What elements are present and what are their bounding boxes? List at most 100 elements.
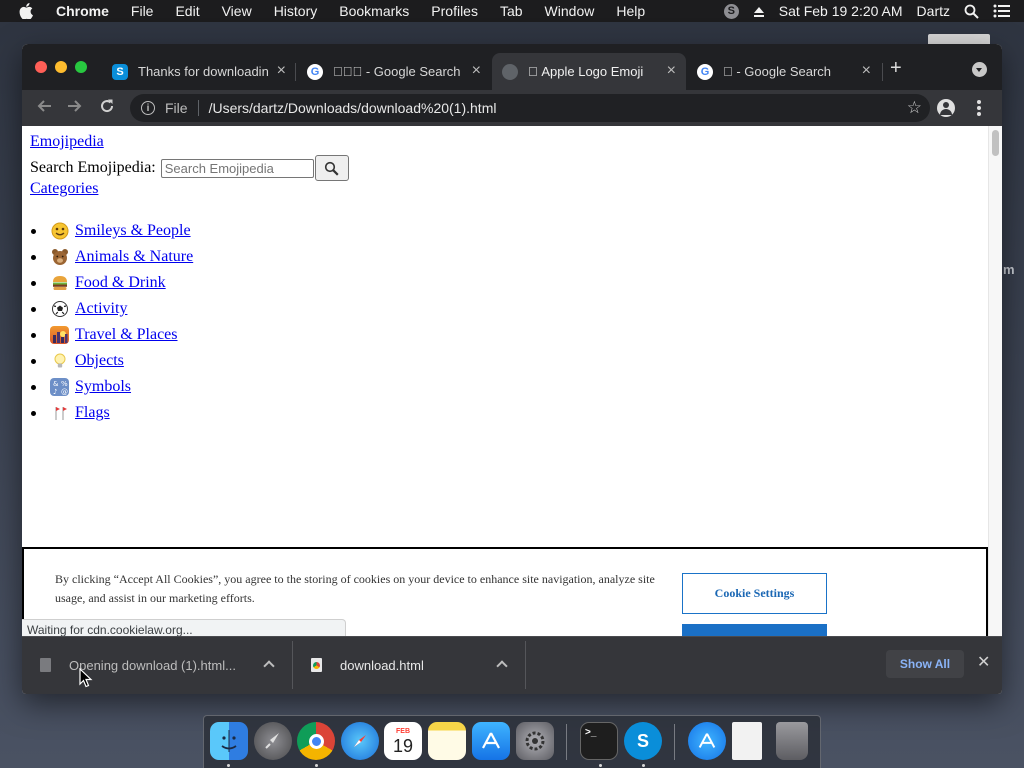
tab-apple-logo-emoji[interactable]:  Apple Logo Emoji ×	[492, 53, 686, 90]
category-link-smileys[interactable]: Smileys & People	[75, 222, 191, 240]
finder-icon[interactable]	[210, 722, 248, 760]
list-item: Food & Drink	[30, 270, 193, 296]
search-button[interactable]	[314, 155, 349, 181]
safari-compass-icon[interactable]	[341, 722, 379, 760]
back-arrow-icon[interactable]	[36, 98, 52, 117]
profile-avatar-icon[interactable]	[937, 99, 955, 117]
trash-icon[interactable]	[776, 722, 808, 760]
address-url[interactable]: /Users/dartz/Downloads/download%20(1).ht…	[209, 100, 497, 116]
tab-google-search-apple-logos[interactable]: G  - Google Search ×	[297, 53, 491, 90]
menu-profiles[interactable]: Profiles	[431, 3, 478, 19]
skype-status-icon[interactable]: S	[723, 3, 739, 19]
forward-arrow-icon[interactable]	[67, 98, 83, 117]
emojipedia-home-link[interactable]: Emojipedia	[30, 133, 104, 151]
apple-menu-icon[interactable]	[19, 2, 37, 20]
svg-text:♪: ♪	[53, 388, 57, 396]
terminal-icon[interactable]: >_	[580, 722, 618, 760]
download-item-opening[interactable]: Opening download (1).html...	[22, 637, 292, 693]
menu-edit[interactable]: Edit	[175, 3, 199, 19]
chrome-menu-icon[interactable]	[977, 100, 981, 116]
category-link-animals[interactable]: Animals & Nature	[75, 248, 193, 266]
chevron-up-icon[interactable]	[264, 659, 274, 669]
category-link-flags[interactable]: Flags	[75, 404, 110, 422]
bear-emoji-icon	[50, 248, 69, 266]
chevron-up-icon[interactable]	[497, 659, 507, 669]
categories-link[interactable]: Categories	[30, 180, 98, 198]
site-info-icon[interactable]: i	[141, 101, 155, 115]
globe-icon	[502, 63, 518, 80]
dock-separator	[566, 724, 567, 760]
menu-user-name[interactable]: Dartz	[917, 3, 950, 19]
dock-separator	[674, 724, 675, 760]
bookmark-star-icon[interactable]: ☆	[907, 98, 922, 118]
spotlight-search-icon[interactable]	[964, 4, 979, 19]
eject-icon[interactable]	[753, 5, 765, 17]
list-item: Animals & Nature	[30, 244, 193, 270]
category-link-food[interactable]: Food & Drink	[75, 274, 166, 292]
chrome-window: S Thanks for downloadin × G  - Google…	[22, 44, 1002, 694]
svg-text:&: &	[53, 380, 59, 388]
tab-search-chevron-icon[interactable]	[972, 62, 987, 77]
html-document-icon[interactable]	[732, 722, 762, 760]
launchpad-rocket-icon[interactable]	[254, 722, 292, 760]
svg-text:@: @	[61, 388, 68, 396]
calendar-icon[interactable]: FEB 19	[384, 722, 422, 760]
running-indicator	[227, 764, 230, 767]
tab-strip: S Thanks for downloadin × G  - Google…	[22, 44, 1002, 90]
menu-bar-status-area: S Sat Feb 19 2:20 AM Dartz	[723, 0, 1024, 22]
menu-file[interactable]: File	[131, 3, 154, 19]
address-scheme-label: File	[165, 100, 188, 116]
tab-close-icon[interactable]: ×	[862, 63, 871, 79]
close-download-shelf-icon[interactable]: ✕	[977, 654, 990, 672]
tab-title:  - Google Search	[333, 64, 461, 79]
skype-icon[interactable]: S	[624, 722, 662, 760]
tab-google-search-apple[interactable]: G  - Google Search ×	[687, 53, 881, 90]
tab-close-icon[interactable]: ×	[277, 63, 286, 79]
app-store-downloads-icon[interactable]	[688, 722, 726, 760]
menu-view[interactable]: View	[222, 3, 252, 19]
scrollbar-thumb[interactable]	[992, 130, 999, 156]
reload-icon[interactable]	[99, 98, 115, 117]
category-link-travel[interactable]: Travel & Places	[75, 326, 178, 344]
category-link-objects[interactable]: Objects	[75, 352, 124, 370]
new-tab-plus-icon[interactable]: +	[890, 58, 902, 78]
address-bar[interactable]: i File /Users/dartz/Downloads/download%2…	[130, 94, 930, 122]
app-store-icon[interactable]	[472, 722, 510, 760]
menu-window[interactable]: Window	[545, 3, 595, 19]
symbols-emoji-icon: &% ♪ @	[50, 378, 69, 396]
search-input[interactable]	[160, 158, 314, 178]
download-shelf: Opening download (1).html... download.ht…	[22, 636, 1002, 694]
show-all-downloads-button[interactable]: Show All	[886, 650, 964, 678]
menu-history[interactable]: History	[274, 3, 318, 19]
menu-app-name[interactable]: Chrome	[56, 3, 109, 19]
list-item: &% ♪ @ Symbols	[30, 374, 193, 400]
tab-close-icon[interactable]: ×	[667, 63, 676, 79]
menu-bar: Chrome File Edit View History Bookmarks …	[0, 0, 1024, 22]
menu-bookmarks[interactable]: Bookmarks	[339, 3, 409, 19]
list-item: Travel & Places	[30, 322, 193, 348]
window-zoom-button[interactable]	[75, 61, 87, 73]
notes-icon[interactable]	[428, 722, 466, 760]
window-minimize-button[interactable]	[55, 61, 67, 73]
chrome-icon[interactable]	[297, 722, 335, 760]
browser-toolbar: i File /Users/dartz/Downloads/download%2…	[22, 90, 1002, 126]
category-link-symbols[interactable]: Symbols	[75, 378, 131, 396]
page-scrollbar[interactable]	[988, 126, 1002, 680]
menu-tab[interactable]: Tab	[500, 3, 523, 19]
tab-thanks-for-downloading[interactable]: S Thanks for downloadin ×	[102, 53, 296, 90]
tab-close-icon[interactable]: ×	[472, 63, 481, 79]
sunset-city-emoji-icon	[50, 326, 69, 344]
running-indicator	[642, 764, 645, 767]
svg-text:%: %	[61, 380, 68, 388]
smiley-emoji-icon	[50, 222, 69, 240]
menu-help[interactable]: Help	[616, 3, 645, 19]
notification-center-icon[interactable]	[993, 4, 1010, 18]
category-link-activity[interactable]: Activity	[75, 300, 127, 318]
window-close-button[interactable]	[35, 61, 47, 73]
menu-clock[interactable]: Sat Feb 19 2:20 AM	[779, 3, 903, 19]
magnifier-icon	[325, 161, 339, 176]
download-item-complete[interactable]: download.html	[293, 637, 525, 693]
cookie-settings-button[interactable]: Cookie Settings	[682, 573, 827, 614]
system-preferences-gear-icon[interactable]	[516, 722, 554, 760]
tab-title:  Apple Logo Emoji	[528, 64, 643, 79]
